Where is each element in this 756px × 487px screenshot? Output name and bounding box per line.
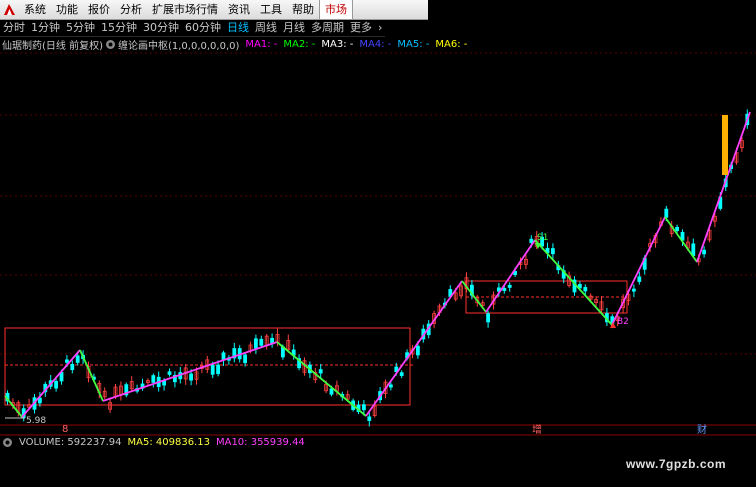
stroke-segment (365, 280, 463, 417)
candle-body (189, 373, 194, 381)
candle-body (54, 380, 58, 389)
candle-body (637, 276, 642, 282)
volume-highlight-bar (722, 115, 728, 175)
stroke-lines (4, 111, 751, 418)
date-marker-middle: 增 (532, 423, 542, 436)
candle-body (75, 355, 80, 363)
candle-body (664, 208, 669, 218)
s1-label: S1 (537, 233, 548, 243)
kline-chart[interactable]: 5.98 S1 B2 8 增 财 (0, 0, 756, 487)
candle-body (507, 284, 512, 288)
candle-body (399, 372, 404, 376)
zhongshu-boxes (4, 280, 628, 406)
watermark: www.7gpzb.com (625, 457, 726, 471)
stroke-segment (534, 239, 613, 326)
candle-body (259, 338, 264, 346)
volume-ma10: MA10: 355939.44 (215, 437, 305, 448)
stroke-segment (102, 341, 278, 402)
date-marker-right: 财 (697, 423, 707, 436)
stroke-segment (485, 239, 536, 313)
candle-body (318, 369, 323, 374)
stroke-segment (611, 216, 666, 326)
date-marker-left: 8 (62, 424, 68, 435)
volume-value: VOLUME: 592237.94 (19, 437, 122, 448)
stroke-segment (79, 349, 104, 402)
candle-body (329, 388, 334, 395)
candle-body (65, 359, 69, 363)
b2-label: B2 (617, 317, 629, 327)
candle-body (583, 287, 588, 292)
candle-body (551, 248, 555, 255)
candle-body (70, 363, 75, 371)
candle-body (367, 416, 372, 421)
candle-body (361, 404, 366, 411)
candle-body (486, 313, 491, 323)
candle-body (415, 345, 420, 356)
candle-body (253, 338, 258, 349)
candle-body (216, 364, 221, 375)
candle-body (702, 249, 706, 255)
candlesticks (5, 109, 750, 427)
candle-body (167, 371, 172, 375)
stroke-segment (21, 349, 81, 418)
volume-bar: VOLUME: 592237.94 MA5: 409836.13 MA10: 3… (0, 436, 311, 449)
stroke-segment (664, 216, 698, 263)
candle-body (502, 288, 507, 291)
volume-gear-icon[interactable] (2, 437, 13, 448)
candle-body (151, 375, 156, 383)
low-price-label: 5.98 (26, 416, 46, 426)
candle-body (210, 364, 215, 375)
candle-body (243, 354, 248, 364)
candle-body (675, 226, 679, 232)
candle-body (388, 384, 393, 388)
candle-body (529, 238, 534, 243)
volume-ma5: MA5: 409836.13 (127, 437, 210, 448)
chart-grid (0, 52, 756, 436)
candle-body (632, 288, 636, 292)
